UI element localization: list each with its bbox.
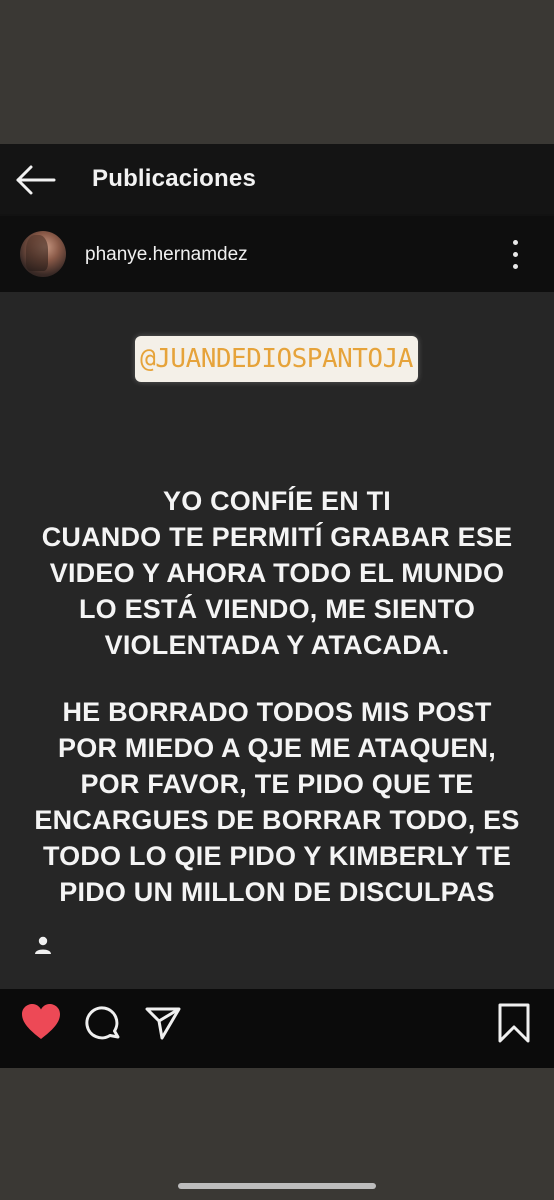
page-title: Publicaciones [92,165,256,192]
post-message-1: YO CONFÍE EN TI CUANDO TE PERMITÍ GRABAR… [24,483,530,663]
top-header: Publicaciones [0,144,554,214]
message-line: TODO LO QIE PIDO Y KIMBERLY TE [42,841,512,871]
like-button[interactable] [20,1003,62,1041]
send-icon [145,1007,181,1040]
comment-button[interactable] [84,1005,122,1043]
back-button[interactable] [14,162,58,198]
post-header: phanye.hernamdez [0,216,554,292]
post-action-bar [0,989,554,1068]
avatar[interactable] [20,231,66,277]
message-line: YO CONFÍE EN TI [162,486,392,516]
message-line: POR MIEDO A QJE ME ATAQUEN, [58,733,496,763]
message-line: LO ESTÁ VIENDO, ME SIENTO [78,594,476,624]
message-line: ENCARGUES DE BORRAR TODO, ES [34,805,520,835]
comment-icon [85,1006,120,1040]
heart-filled-icon [22,1004,60,1039]
message-line: VIOLENTADA Y ATACADA. [104,630,450,660]
home-indicator[interactable] [178,1183,376,1189]
more-dot [513,252,518,257]
tag-people-button[interactable] [32,934,54,956]
message-line: VIDEO Y AHORA TODO EL MUNDO [49,558,505,588]
more-options-button[interactable] [504,238,528,272]
message-line: POR FAVOR, TE PIDO QUE TE [80,769,474,799]
message-line: HE BORRADO TODOS MIS POST [62,697,492,727]
arrow-left-icon [16,165,56,195]
save-button[interactable] [498,1003,530,1043]
message-line: PIDO UN MILLON DE DISCULPAS [59,877,495,907]
more-dot [513,264,518,269]
share-button[interactable] [144,1005,182,1041]
bookmark-icon [498,1003,530,1043]
person-tag-icon [35,936,51,954]
more-vertical-icon [513,240,518,245]
mention-sticker[interactable]: @JUANDEDIOSPANTOJA [135,336,418,382]
post-username[interactable]: phanye.hernamdez [85,244,248,266]
post-message-2: HE BORRADO TODOS MIS POST POR MIEDO A QJ… [24,694,530,910]
message-line: CUANDO TE PERMITÍ GRABAR ESE [41,522,513,552]
